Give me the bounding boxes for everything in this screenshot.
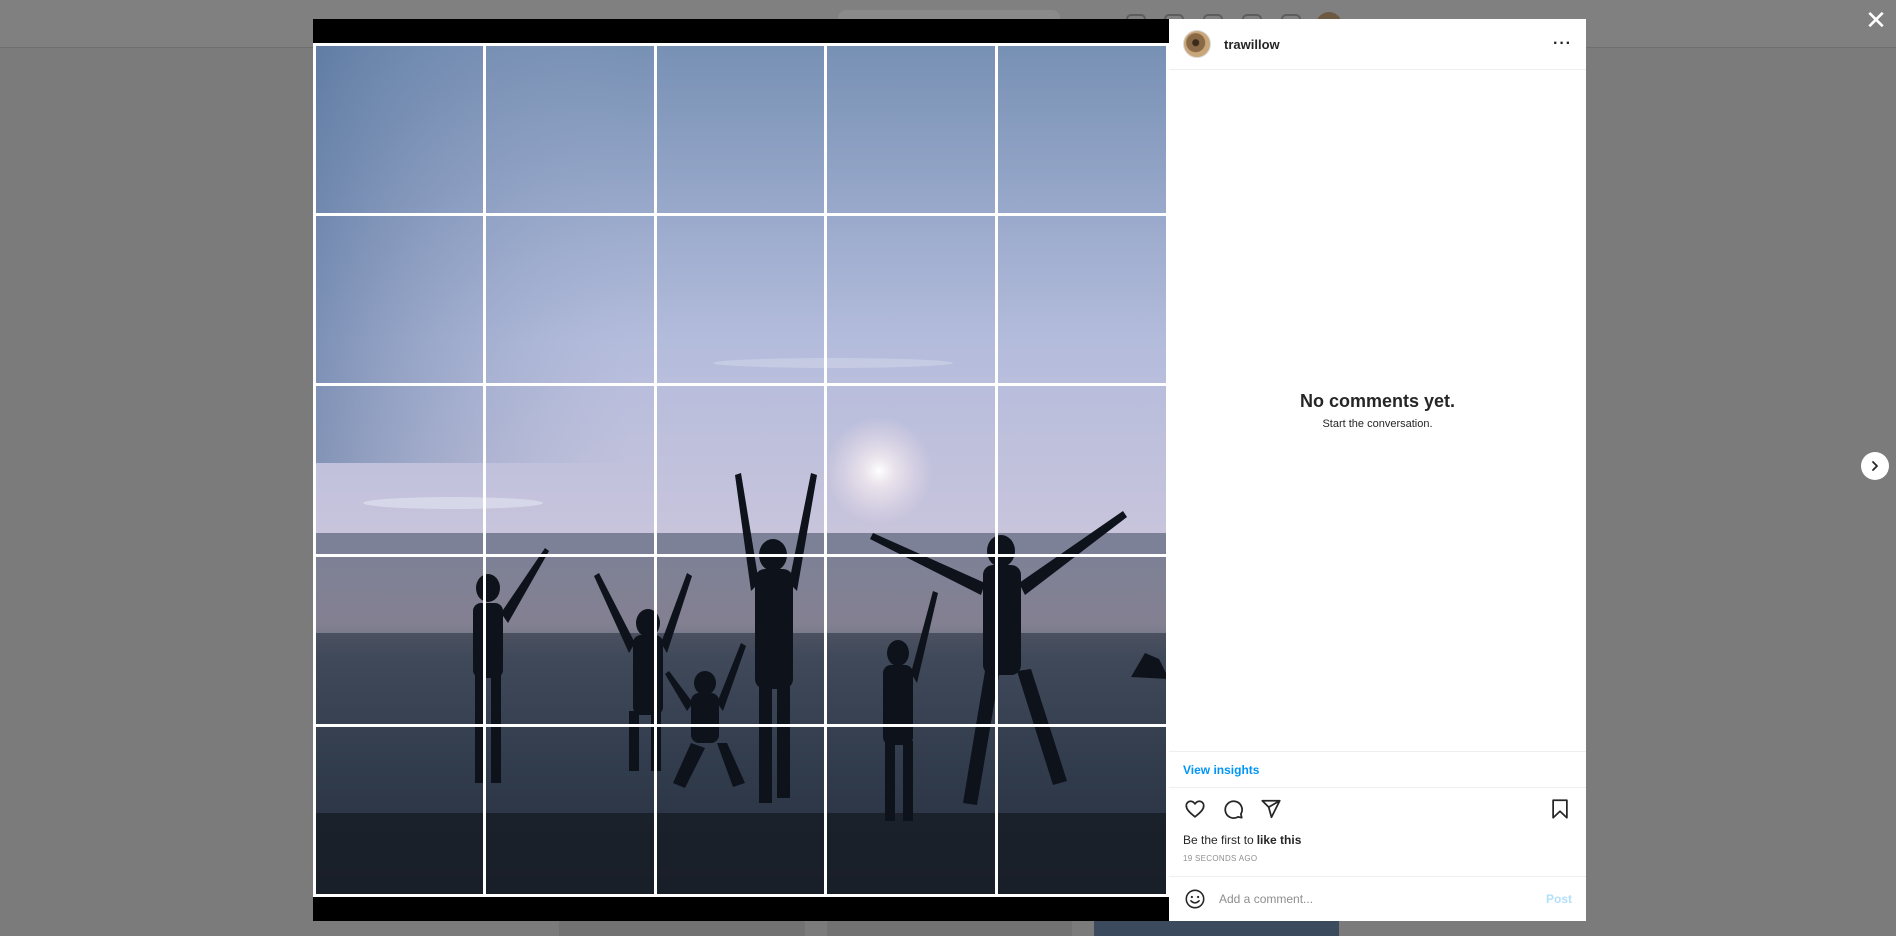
avatar[interactable] xyxy=(1183,30,1211,58)
like-this-link[interactable]: like this xyxy=(1257,833,1302,847)
next-post-button[interactable] xyxy=(1861,452,1889,480)
comment-input[interactable] xyxy=(1219,892,1534,906)
grid-line xyxy=(313,213,1169,216)
grid-line xyxy=(313,383,1169,386)
share-icon xyxy=(1261,799,1281,819)
grid-line xyxy=(313,724,1169,727)
comment-button[interactable] xyxy=(1221,797,1245,821)
likes-summary: Be the first to like this xyxy=(1169,830,1586,850)
post-comment-button[interactable]: Post xyxy=(1546,892,1572,906)
username-link[interactable]: trawillow xyxy=(1224,37,1280,52)
grid-line xyxy=(654,43,657,897)
post-modal: trawillow ··· No comments yet. Start the… xyxy=(313,19,1586,921)
comments-area: No comments yet. Start the conversation. xyxy=(1169,70,1586,752)
grid-line xyxy=(313,894,1169,897)
empty-comments-subtitle: Start the conversation. xyxy=(1322,418,1433,430)
close-icon: ✕ xyxy=(1865,5,1887,35)
post-media[interactable] xyxy=(313,19,1169,921)
grid-line xyxy=(483,43,486,897)
emoji-button[interactable] xyxy=(1183,887,1207,911)
close-button[interactable]: ✕ xyxy=(1864,5,1888,35)
post-header: trawillow ··· xyxy=(1169,19,1586,70)
share-button[interactable] xyxy=(1259,797,1283,821)
grid-line xyxy=(313,43,316,897)
grid-line xyxy=(824,43,827,897)
post-sidebar: trawillow ··· No comments yet. Start the… xyxy=(1169,19,1586,921)
heart-icon xyxy=(1185,800,1205,818)
comment-bar: Post xyxy=(1169,877,1586,921)
post-photo xyxy=(313,43,1169,897)
empty-comments-title: No comments yet. xyxy=(1299,391,1456,411)
emoji-icon xyxy=(1185,889,1205,909)
action-bar xyxy=(1169,788,1586,830)
timestamp-wrap: 19 SECONDS AGO xyxy=(1169,850,1586,877)
post-timestamp: 19 SECONDS AGO xyxy=(1183,853,1258,863)
bookmark-icon xyxy=(1552,799,1568,819)
grid-line xyxy=(313,554,1169,557)
likes-prefix: Be the first to xyxy=(1183,833,1254,847)
chevron-right-icon xyxy=(1872,461,1878,471)
insights-row: View insights xyxy=(1169,752,1586,788)
like-button[interactable] xyxy=(1183,797,1207,821)
comment-icon xyxy=(1224,800,1243,819)
grid-line xyxy=(313,43,1169,46)
more-options-button[interactable]: ··· xyxy=(1553,35,1572,53)
save-button[interactable] xyxy=(1548,797,1572,821)
view-insights-link[interactable]: View insights xyxy=(1183,763,1259,777)
grid-line xyxy=(995,43,998,897)
